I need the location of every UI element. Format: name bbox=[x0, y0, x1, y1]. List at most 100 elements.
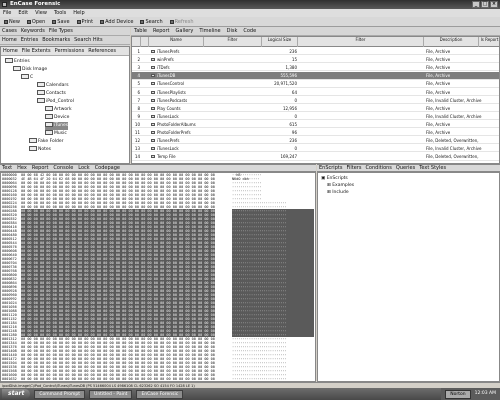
start-button[interactable]: start bbox=[2, 389, 31, 399]
tab-permissions[interactable]: Permissions bbox=[55, 48, 85, 54]
tab-disk[interactable]: Disk bbox=[227, 28, 238, 34]
tree-item-itunes[interactable]: iTunes bbox=[45, 122, 69, 130]
table-row[interactable]: 4 iTunesDB 555,596 File, Archive bbox=[132, 72, 499, 80]
tab-gallery[interactable]: Gallery bbox=[176, 28, 194, 34]
table-row[interactable]: 2 winPrefs 15 File, Archive bbox=[132, 56, 499, 64]
col-num[interactable] bbox=[132, 37, 141, 47]
close-button[interactable]: × bbox=[490, 1, 498, 8]
table-row[interactable]: 7 iTunesPodcasts 0 File, Invalid Cluster, A… bbox=[132, 97, 499, 104]
tab-home[interactable]: Home bbox=[2, 37, 17, 43]
tab-file-types[interactable]: File Types bbox=[49, 28, 73, 34]
tab-report-bottom[interactable]: Report bbox=[32, 165, 49, 171]
enscripts-include[interactable]: ⊞ Include bbox=[327, 189, 349, 196]
tab-queries[interactable]: Queries bbox=[396, 165, 415, 171]
tab-conditions[interactable]: Conditions bbox=[365, 165, 391, 171]
tree-item-c[interactable]: C bbox=[21, 74, 33, 82]
tab-text-styles[interactable]: Text Styles bbox=[419, 165, 446, 171]
table-row[interactable]: 14 Temp File 169,247 File, Deleted, Overwri… bbox=[132, 153, 499, 161]
tree-item-ipod-control[interactable]: iPod_Control bbox=[37, 98, 74, 106]
tab-references[interactable]: References bbox=[88, 48, 116, 54]
tree-item-music[interactable]: Music bbox=[45, 130, 67, 138]
tab-filters[interactable]: Filters bbox=[346, 165, 361, 171]
table-row[interactable]: 5 iTunesControl 20,971,520 File, Archive bbox=[132, 80, 499, 88]
col-is-report[interactable]: Is Report bbox=[479, 37, 499, 47]
add-device-button[interactable]: Add Device bbox=[98, 18, 135, 26]
table-row[interactable]: 8 Play Counts 12,956 File, Archive bbox=[132, 105, 499, 112]
refresh-button[interactable]: Refresh bbox=[168, 18, 196, 26]
tab-search-hits[interactable]: Search Hits bbox=[74, 37, 102, 43]
tree-item-artwork[interactable]: Artwork bbox=[45, 106, 72, 114]
col-flag[interactable] bbox=[141, 37, 149, 47]
taskbar-item-command-prompt[interactable]: Command Prompt bbox=[34, 389, 86, 399]
table-row[interactable]: 13 iTunesLock 0 File, Invalid Cluster, Arch… bbox=[132, 145, 499, 153]
tree-item-entries[interactable]: Entries bbox=[5, 58, 30, 66]
taskbar-item-encase[interactable]: EnCase Forensic bbox=[136, 389, 184, 399]
row-number: 10 bbox=[134, 121, 140, 127]
col-description[interactable]: Description bbox=[424, 37, 479, 47]
tree-item-calendars[interactable]: Calendars bbox=[37, 82, 69, 90]
menu-edit[interactable]: Edit bbox=[18, 9, 28, 17]
tab-keywords[interactable]: Keywords bbox=[21, 28, 45, 34]
file-description: File, Archive bbox=[426, 89, 451, 95]
tab-bookmarks[interactable]: Bookmarks bbox=[42, 37, 70, 43]
menu-help[interactable]: Help bbox=[73, 9, 84, 17]
logical-size: 15 bbox=[291, 57, 297, 63]
col-filter-ext[interactable]: Filter bbox=[204, 37, 262, 47]
tab-enscripts[interactable]: EnScripts bbox=[319, 165, 342, 171]
app-icon bbox=[2, 2, 7, 7]
tree-item-fake-folder[interactable]: Fake Folder bbox=[29, 138, 63, 146]
window-title: EnCase Forensic bbox=[10, 1, 61, 7]
tree-item-notes[interactable]: Notes bbox=[29, 146, 51, 154]
save-button[interactable]: Save bbox=[50, 18, 71, 26]
file-icon bbox=[151, 139, 155, 143]
folder-icon bbox=[37, 82, 45, 87]
file-name: Temp File bbox=[157, 154, 176, 160]
norton-tray-button[interactable]: Norton bbox=[445, 389, 471, 399]
tab-cases[interactable]: Cases bbox=[2, 28, 17, 34]
menu-view[interactable]: View bbox=[35, 9, 47, 17]
tab-timeline[interactable]: Timeline bbox=[199, 28, 220, 34]
clock: 12:03 AM bbox=[474, 391, 496, 396]
tab-home-2[interactable]: Home bbox=[3, 48, 18, 54]
tab-console[interactable]: Console bbox=[53, 165, 73, 171]
taskbar-item-paint[interactable]: Untitled - Paint bbox=[89, 389, 133, 399]
enscripts-root[interactable]: ▣ EnScripts bbox=[321, 175, 348, 182]
col-name[interactable]: Name bbox=[149, 37, 204, 47]
tab-codepage[interactable]: Codepage bbox=[95, 165, 120, 171]
enscripts-examples[interactable]: ⊞ Examples bbox=[327, 182, 354, 189]
search-button[interactable]: Search bbox=[138, 18, 164, 26]
table-row[interactable]: 10 PhotoFolderAlbums 615 File, Archive bbox=[132, 121, 499, 129]
table-row[interactable]: 6 iTunesPlaylists 64 File, Archive bbox=[132, 89, 499, 96]
table-row[interactable]: 12 iTunesPrefs 236 File, Deleted, Overwritt… bbox=[132, 137, 499, 145]
new-button[interactable]: New bbox=[2, 18, 22, 26]
minimize-button[interactable]: _ bbox=[472, 1, 480, 8]
tab-text[interactable]: Text bbox=[2, 165, 12, 171]
tree-item-contacts[interactable]: Contacts bbox=[37, 90, 66, 98]
col-filter[interactable]: Filter bbox=[298, 37, 424, 47]
tab-file-extents[interactable]: File Extents bbox=[22, 48, 51, 54]
print-button[interactable]: Print bbox=[75, 18, 96, 26]
folder-icon bbox=[37, 98, 45, 103]
file-description: File, Archive bbox=[426, 105, 451, 111]
tab-hex[interactable]: Hex bbox=[17, 165, 27, 171]
file-icon bbox=[151, 66, 155, 70]
hex-line: 0001632 00 00 00 00 00 00 00 00 00 00 00 … bbox=[1, 377, 315, 381]
tab-table[interactable]: Table bbox=[134, 28, 147, 34]
open-button[interactable]: Open bbox=[25, 18, 47, 26]
table-row[interactable]: 9 iTunesLock 0 File, Invalid Cluster, Archi… bbox=[132, 113, 499, 121]
tab-entries[interactable]: Entries bbox=[21, 37, 38, 43]
print-icon bbox=[76, 19, 81, 24]
table-row[interactable]: 11 PhotoFolderPrefs 96 File, Archive bbox=[132, 129, 499, 137]
tab-code[interactable]: Code bbox=[243, 28, 256, 34]
tab-lock[interactable]: Lock bbox=[78, 165, 89, 171]
menu-file[interactable]: File bbox=[3, 9, 11, 17]
menu-tools[interactable]: Tools bbox=[54, 9, 66, 17]
tree-item-device[interactable]: Device bbox=[45, 114, 69, 122]
table-row[interactable]: 1 iTunesPrefs 236 File, Archive bbox=[132, 48, 499, 56]
hex-view[interactable]: 0000000 00 00 68 42 00 00 00 00 00 00 00 … bbox=[0, 172, 316, 382]
col-logical-size[interactable]: Logical Size bbox=[262, 37, 298, 47]
maximize-button[interactable]: □ bbox=[481, 1, 489, 8]
table-row[interactable]: 3 iTDefs 1,380 File, Archive bbox=[132, 64, 499, 72]
tree-item-disk-image[interactable]: Disk Image bbox=[13, 66, 47, 74]
tab-report[interactable]: Report bbox=[153, 28, 170, 34]
